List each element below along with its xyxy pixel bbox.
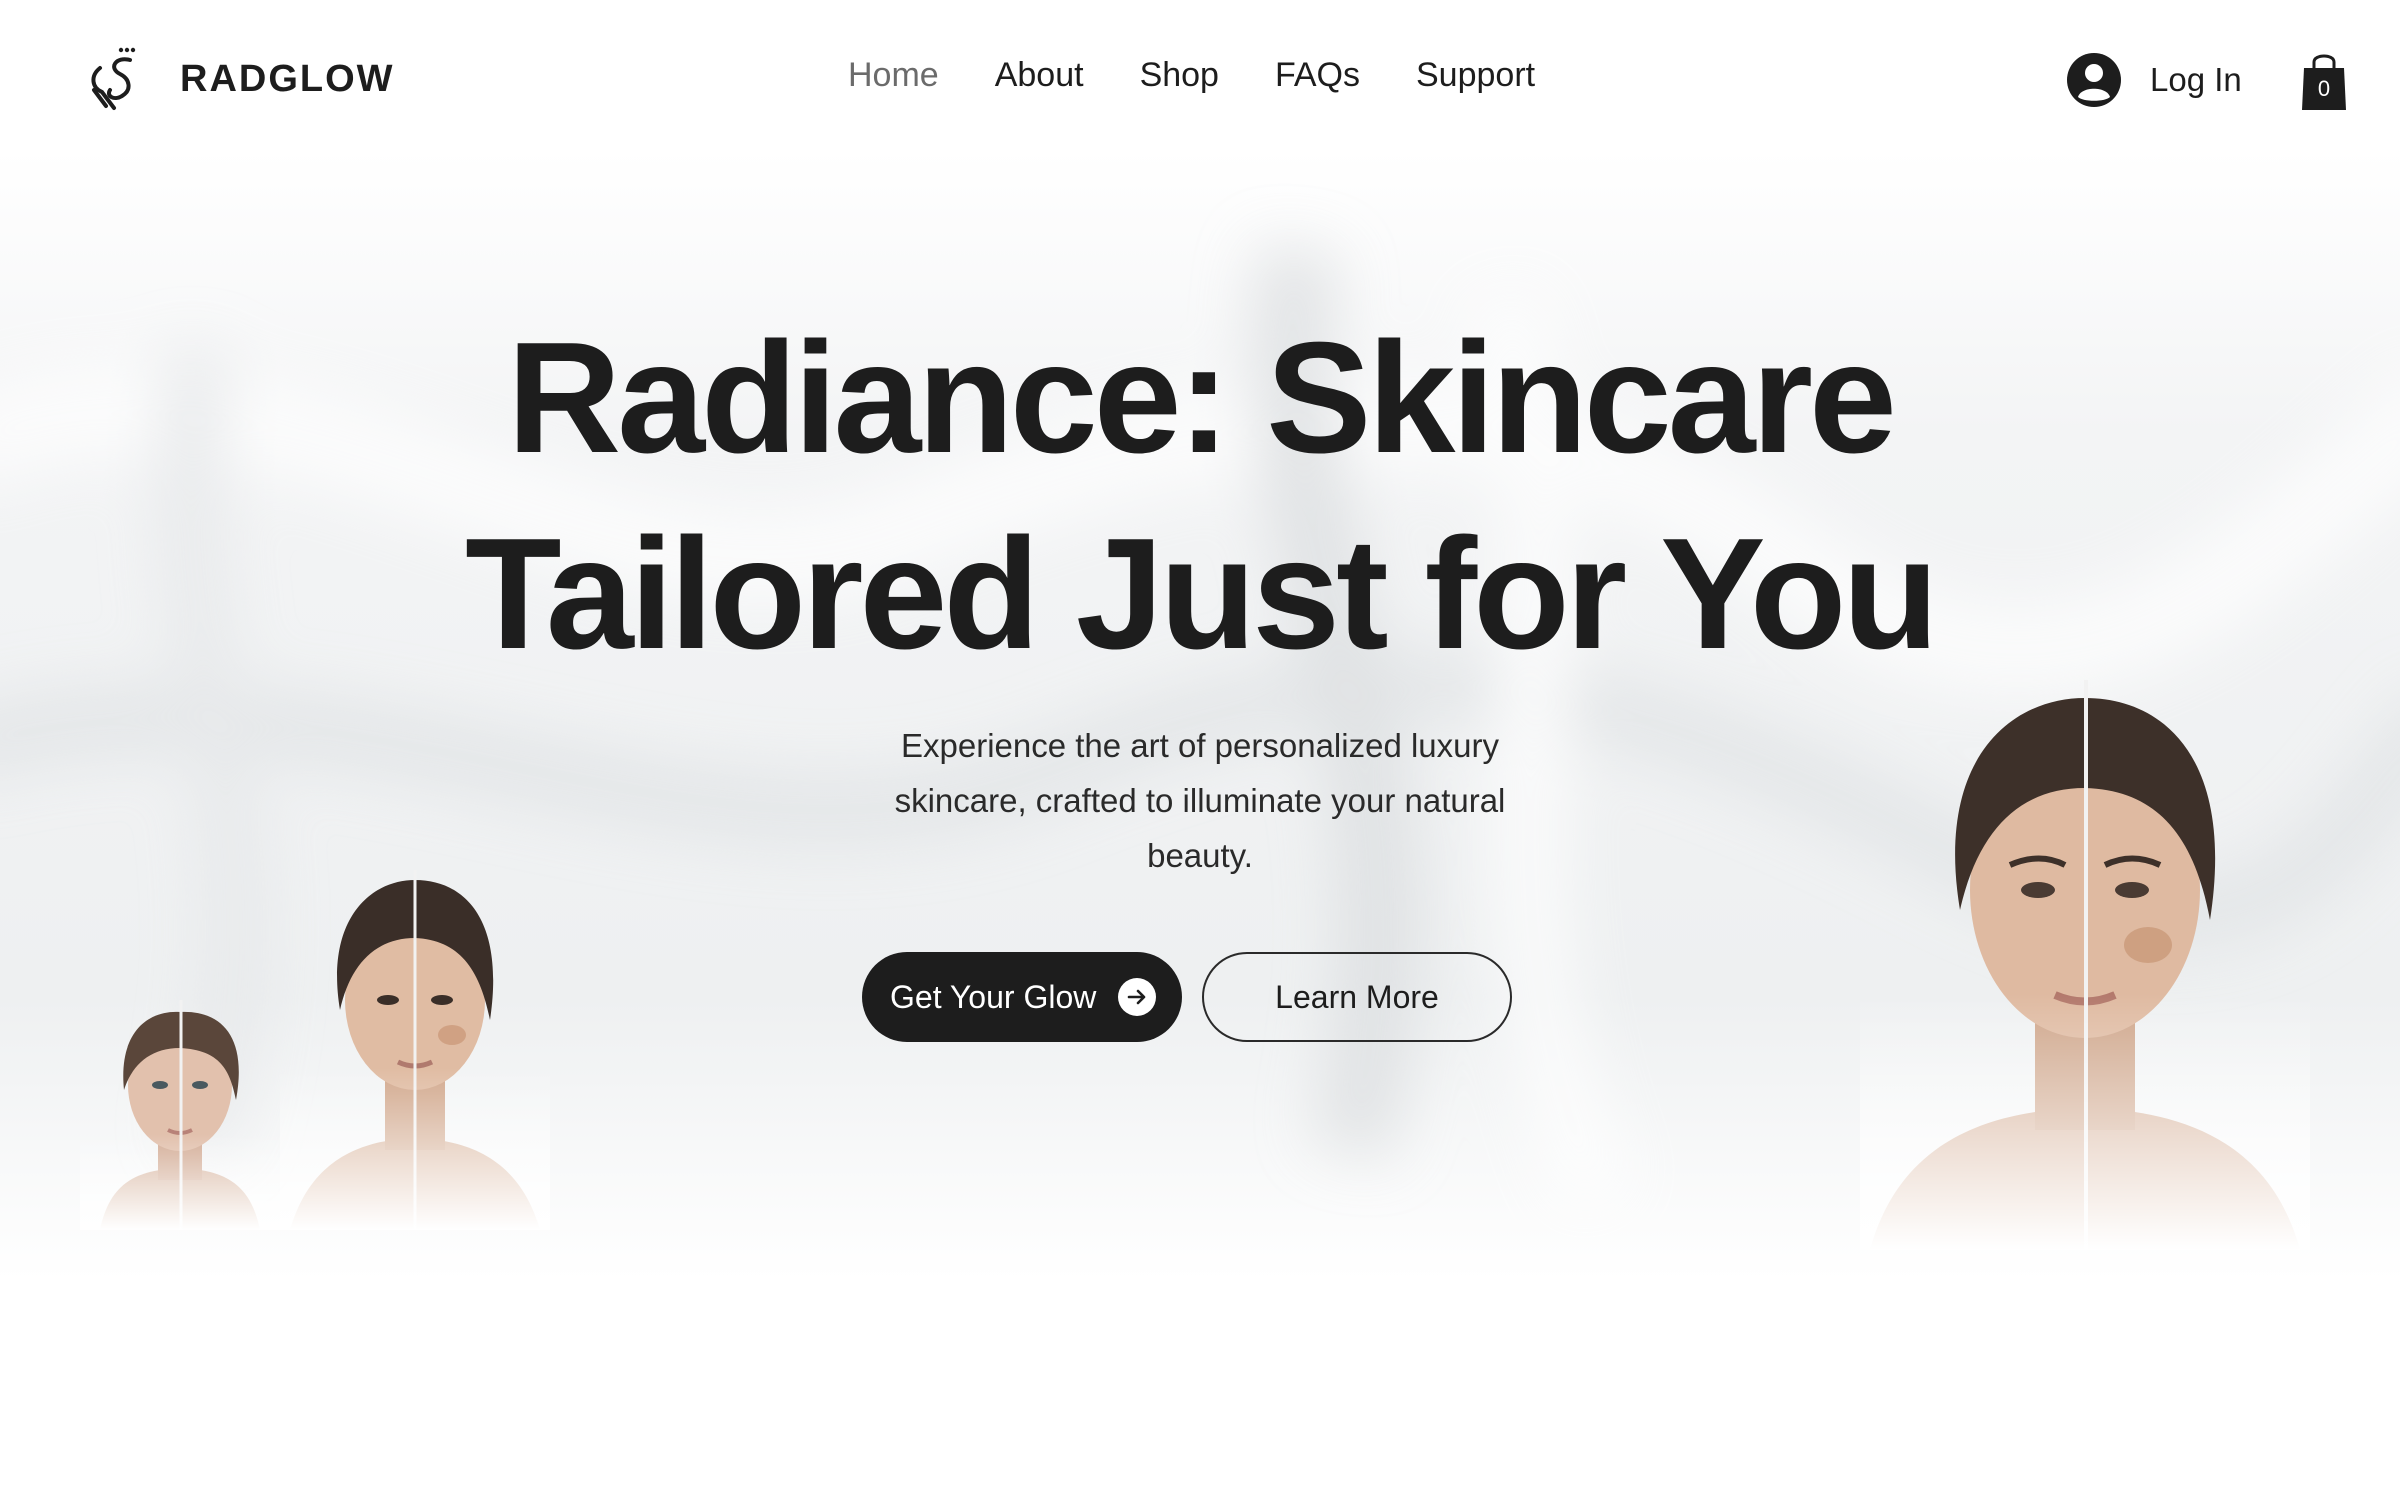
nav-item-faqs[interactable]: FAQs — [1275, 56, 1360, 95]
before-after-face-image-medium — [280, 870, 550, 1230]
learn-more-label: Learn More — [1275, 978, 1439, 1015]
nav-item-shop[interactable]: Shop — [1140, 56, 1219, 95]
cart-count-badge: 0 — [2317, 76, 2331, 101]
get-your-glow-label: Get Your Glow — [890, 978, 1097, 1015]
user-avatar-icon — [2067, 53, 2121, 107]
learn-more-button[interactable]: Learn More — [1202, 952, 1512, 1042]
arrow-right-circle-icon — [1118, 978, 1157, 1016]
before-after-face-image-small — [80, 990, 280, 1230]
brand-name: RADGLOW — [180, 57, 395, 100]
cart-button[interactable]: 0 — [2300, 50, 2348, 112]
hero-subtitle: Experience the art of personalized luxur… — [894, 727, 1506, 874]
hero-cta-group: Get Your Glow Learn More — [862, 952, 1512, 1042]
hero-title-line-2: Tailored Just for You — [465, 506, 1939, 682]
get-your-glow-button[interactable]: Get Your Glow — [862, 952, 1182, 1042]
site-header: RADGLOW Home About Shop FAQs Support Log… — [0, 0, 2400, 160]
hero-title: Radiance: Skincare Tailored Just for You — [400, 300, 2000, 692]
radglow-monogram-icon — [91, 47, 136, 110]
nav-item-support[interactable]: Support — [1416, 56, 1535, 95]
brand-logo-link[interactable]: RADGLOW — [86, 46, 395, 112]
main-nav: Home About Shop FAQs Support — [848, 56, 1591, 95]
login-button[interactable]: Log In — [2066, 52, 2242, 108]
hero-title-line-1: Radiance: Skincare — [507, 310, 1897, 486]
nav-item-about[interactable]: About — [995, 56, 1084, 95]
nav-item-home[interactable]: Home — [848, 56, 939, 95]
hero-section: Radiance: Skincare Tailored Just for You… — [0, 300, 2400, 883]
login-label: Log In — [2150, 61, 2242, 98]
landing-page: RADGLOW Home About Shop FAQs Support Log… — [0, 0, 2400, 1496]
